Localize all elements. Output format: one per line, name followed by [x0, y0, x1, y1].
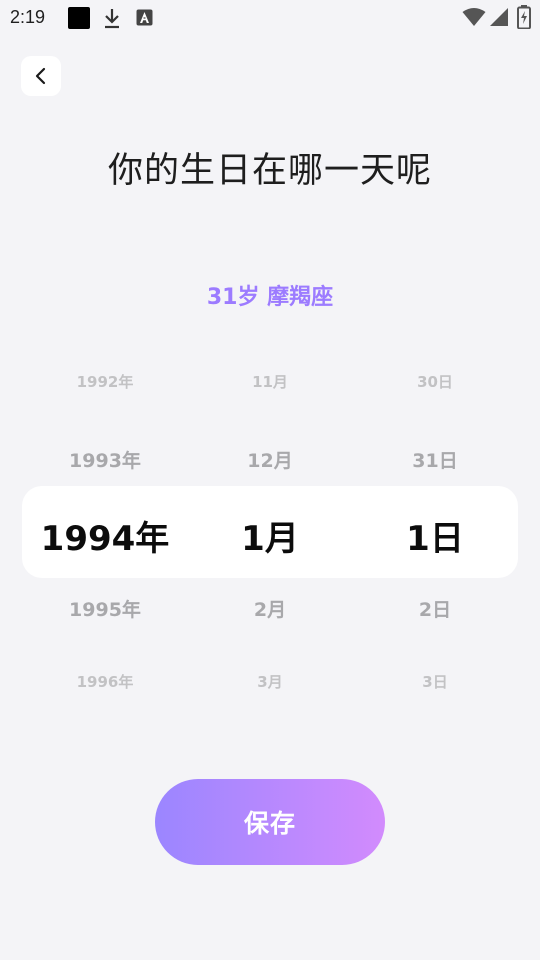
status-time: 2:19 — [10, 7, 46, 27]
day-option[interactable]: 30日 — [350, 371, 520, 392]
month-option[interactable]: 11月 — [185, 371, 355, 392]
selected-day[interactable]: 1日 — [350, 511, 520, 560]
year-option[interactable]: 1995年 — [20, 595, 190, 622]
selected-month[interactable]: 1月 — [185, 511, 355, 560]
chevron-left-icon — [35, 67, 46, 85]
month-option[interactable]: 12月 — [185, 446, 355, 473]
month-option[interactable]: 2月 — [185, 595, 355, 622]
download-icon — [105, 9, 119, 29]
notification-square-icon — [68, 7, 90, 29]
age-zodiac-label: 31岁 摩羯座 — [206, 285, 334, 310]
selected-year[interactable]: 1994年 — [20, 511, 190, 560]
month-option[interactable]: 3月 — [185, 671, 355, 692]
day-option[interactable]: 31日 — [350, 446, 520, 473]
battery-charging-icon — [517, 5, 531, 29]
page-title: 你的生日在哪一天呢 — [107, 151, 432, 191]
year-wheel[interactable]: 1992年 1993年 1994年 1995年 1996年 — [20, 345, 190, 720]
wifi-icon — [462, 8, 486, 26]
day-option[interactable]: 3日 — [350, 671, 520, 692]
day-option[interactable]: 2日 — [350, 595, 520, 622]
back-button[interactable] — [21, 56, 61, 96]
birthday-date-picker[interactable]: 1992年 1993年 1994年 1995年 1996年 11月 12月 1月… — [0, 345, 540, 720]
year-option[interactable]: 1992年 — [20, 371, 190, 392]
month-wheel[interactable]: 11月 12月 1月 2月 3月 — [185, 345, 355, 720]
day-wheel[interactable]: 30日 31日 1日 2日 3日 — [350, 345, 520, 720]
year-option[interactable]: 1993年 — [20, 446, 190, 473]
year-option[interactable]: 1996年 — [20, 671, 190, 692]
app-notification-icon — [136, 9, 153, 26]
save-button[interactable]: 保存 — [155, 779, 385, 865]
status-bar: 2:19 — [0, 0, 540, 36]
cellular-signal-icon — [490, 8, 508, 26]
